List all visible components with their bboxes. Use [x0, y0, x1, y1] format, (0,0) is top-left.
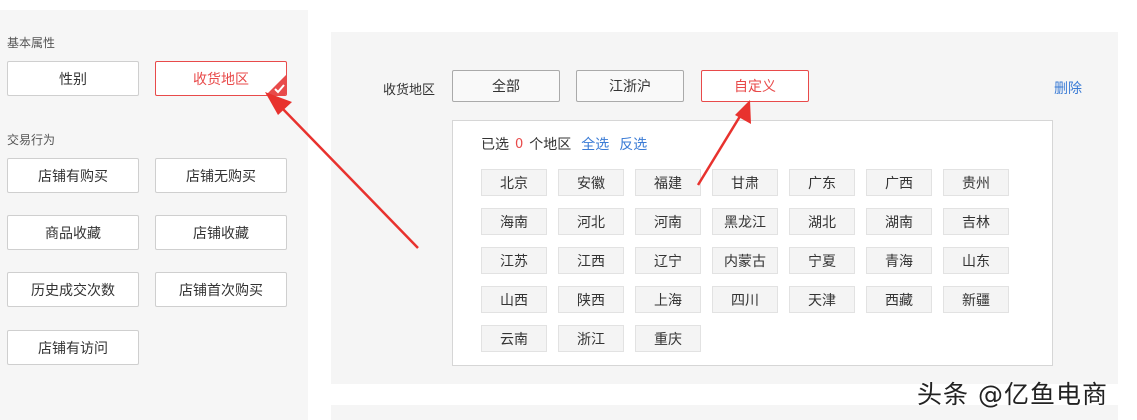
- region-tag[interactable]: 河南: [635, 208, 701, 235]
- region-tag[interactable]: 上海: [635, 286, 701, 313]
- selected-check-icon: [266, 75, 286, 95]
- region-tag[interactable]: 湖北: [789, 208, 855, 235]
- trade-behavior-label: 交易行为: [7, 133, 56, 147]
- region-tag[interactable]: 内蒙古: [712, 247, 778, 274]
- region-tag[interactable]: 山西: [481, 286, 547, 313]
- region-tag[interactable]: 安徽: [558, 169, 624, 196]
- shipping-region-label: 收货地区: [193, 71, 249, 88]
- store-first-purchase-button[interactable]: 店铺首次购买: [155, 272, 287, 307]
- store-no-purchase-button[interactable]: 店铺无购买: [155, 158, 287, 193]
- region-tag[interactable]: 贵州: [943, 169, 1009, 196]
- shipping-region-button[interactable]: 收货地区: [155, 61, 287, 96]
- region-tag[interactable]: 西藏: [866, 286, 932, 313]
- basic-attributes-label: 基本属性: [7, 36, 56, 50]
- region-tag[interactable]: 宁夏: [789, 247, 855, 274]
- store-visited-button[interactable]: 店铺有访问: [7, 330, 139, 365]
- delete-link[interactable]: 删除: [1054, 78, 1082, 98]
- select-all-link[interactable]: 全选: [581, 134, 609, 154]
- region-tag[interactable]: 新疆: [943, 286, 1009, 313]
- region-tag[interactable]: 青海: [866, 247, 932, 274]
- region-tag[interactable]: 北京: [481, 169, 547, 196]
- region-tag[interactable]: 海南: [481, 208, 547, 235]
- region-tag[interactable]: 辽宁: [635, 247, 701, 274]
- region-tag[interactable]: 天津: [789, 286, 855, 313]
- selection-info: 已选 0 个地区 全选 反选: [481, 134, 647, 154]
- region-tag[interactable]: 江西: [558, 247, 624, 274]
- region-tag[interactable]: 浙江: [558, 325, 624, 352]
- region-tag[interactable]: 广东: [789, 169, 855, 196]
- invert-selection-link[interactable]: 反选: [619, 134, 647, 154]
- page: 基本属性 性别 收货地区 交易行为 店铺有购买 店铺无购买 商品收藏 店铺收藏 …: [0, 0, 1137, 420]
- option-all-button[interactable]: 全部: [452, 70, 560, 102]
- region-tag[interactable]: 江苏: [481, 247, 547, 274]
- option-jiangzhehu-button[interactable]: 江浙沪: [576, 70, 684, 102]
- selected-prefix: 已选: [481, 137, 509, 153]
- region-tag[interactable]: 福建: [635, 169, 701, 196]
- region-tag[interactable]: 吉林: [943, 208, 1009, 235]
- option-custom-button[interactable]: 自定义: [701, 70, 809, 102]
- region-tag[interactable]: 广西: [866, 169, 932, 196]
- region-tag[interactable]: 湖南: [866, 208, 932, 235]
- selected-count: 0: [515, 136, 524, 152]
- region-tag[interactable]: 甘肃: [712, 169, 778, 196]
- product-favorite-button[interactable]: 商品收藏: [7, 215, 139, 250]
- region-tag[interactable]: 山东: [943, 247, 1009, 274]
- store-favorite-button[interactable]: 店铺收藏: [155, 215, 287, 250]
- store-has-purchase-button[interactable]: 店铺有购买: [7, 158, 139, 193]
- region-tag[interactable]: 河北: [558, 208, 624, 235]
- region-tag[interactable]: 黑龙江: [712, 208, 778, 235]
- watermark: 头条 @亿鱼电商: [917, 380, 1108, 409]
- region-tag[interactable]: 重庆: [635, 325, 701, 352]
- selected-suffix: 个地区: [529, 137, 572, 153]
- shipping-region-field-label: 收货地区: [383, 83, 436, 98]
- gender-button[interactable]: 性别: [7, 61, 139, 96]
- region-tag[interactable]: 陕西: [558, 286, 624, 313]
- historical-orders-button[interactable]: 历史成交次数: [7, 272, 139, 307]
- region-grid: 北京 安徽 福建 甘肃 广东 广西 贵州海南 河北 河南 黑龙江 湖北 湖南 吉林江苏 江西 辽宁 内蒙古 宁夏…: [481, 169, 1021, 352]
- region-tag[interactable]: 云南: [481, 325, 547, 352]
- region-tag[interactable]: 四川: [712, 286, 778, 313]
